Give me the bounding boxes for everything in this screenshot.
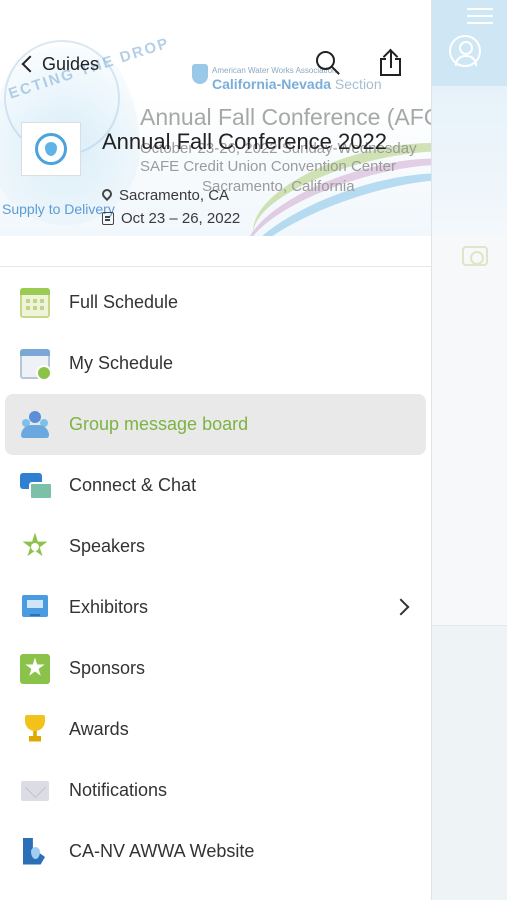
menu-item-label: Connect & Chat xyxy=(69,475,197,495)
camera-icon[interactable] xyxy=(462,246,488,266)
calendar-icon xyxy=(20,287,50,318)
menu-icon[interactable] xyxy=(467,8,493,24)
sponsor-star-icon xyxy=(20,653,50,684)
background-banner xyxy=(432,86,507,236)
event-dates: Oct 23 – 26, 2022 xyxy=(102,210,240,227)
navigation-drawer: ECTING THE DROP American Water Works Ass… xyxy=(0,0,431,900)
menu-item-awwa-website[interactable]: CA-NV AWWA Website xyxy=(0,821,431,882)
menu-item-label: Exhibitors xyxy=(69,597,149,617)
share-icon[interactable] xyxy=(378,48,404,78)
awwa-section-name: California-Nevada Section xyxy=(212,76,382,92)
speaker-star-icon xyxy=(20,532,50,562)
back-label: Guides xyxy=(42,53,100,74)
menu-item-group-message-board[interactable]: Group message board xyxy=(5,394,426,455)
header-divider xyxy=(0,266,431,267)
menu-item-label: Awards xyxy=(69,719,129,739)
menu-item-connect-chat[interactable]: Connect & Chat xyxy=(0,455,431,516)
profile-avatar-icon[interactable] xyxy=(449,35,481,67)
awwa-section-bold: California-Nevada xyxy=(212,76,332,92)
exhibitor-booth-icon xyxy=(20,593,50,623)
menu-item-my-schedule[interactable]: My Schedule xyxy=(0,333,431,394)
menu-item-sponsors[interactable]: Sponsors xyxy=(0,638,431,699)
chevron-left-icon xyxy=(21,55,39,73)
event-title: Annual Fall Conference 2022 xyxy=(102,129,387,154)
menu-item-label: My Schedule xyxy=(69,353,174,373)
state-map-icon xyxy=(20,837,50,867)
event-location-text: Sacramento, CA xyxy=(119,187,230,204)
group-icon xyxy=(20,410,50,440)
back-button[interactable]: Guides xyxy=(20,52,99,76)
location-pin-icon xyxy=(102,189,112,203)
menu-item-label: Full Schedule xyxy=(69,292,179,312)
menu-item-notifications[interactable]: Notifications xyxy=(0,760,431,821)
trophy-icon xyxy=(20,714,50,745)
menu-item-label: Speakers xyxy=(69,536,146,556)
event-dates-text: Oct 23 – 26, 2022 xyxy=(121,210,241,227)
chat-icon xyxy=(20,471,53,501)
water-drop-logo-icon xyxy=(35,133,67,165)
menu-item-awards[interactable]: Awards xyxy=(0,699,431,760)
chevron-right-icon xyxy=(392,598,410,616)
background-screen xyxy=(431,0,507,900)
awwa-section-rest: Section xyxy=(331,76,382,92)
awwa-logo-icon xyxy=(192,64,208,84)
menu-item-label: CA-NV AWWA Website xyxy=(69,841,255,861)
drawer-menu: Full Schedule My Schedule Group message … xyxy=(0,272,431,882)
menu-item-speakers[interactable]: Speakers xyxy=(0,516,431,577)
event-banner: ECTING THE DROP American Water Works Ass… xyxy=(0,0,431,236)
banner-conference-venue: SAFE Credit Union Convention Center xyxy=(140,158,396,175)
calendar-small-icon xyxy=(102,212,114,225)
menu-item-label: Notifications xyxy=(69,780,168,800)
my-calendar-icon xyxy=(20,348,52,381)
menu-item-exhibitors[interactable]: Exhibitors xyxy=(0,577,431,638)
event-logo xyxy=(21,122,81,176)
event-location: Sacramento, CA xyxy=(102,187,229,204)
menu-item-full-schedule[interactable]: Full Schedule xyxy=(0,272,431,333)
envelope-icon xyxy=(20,776,50,806)
banner-supply-text: Supply to Delivery xyxy=(2,201,115,217)
menu-item-label: Sponsors xyxy=(69,658,146,678)
background-card xyxy=(432,236,507,626)
menu-item-label: Group message board xyxy=(69,414,249,434)
search-icon[interactable] xyxy=(316,51,342,77)
